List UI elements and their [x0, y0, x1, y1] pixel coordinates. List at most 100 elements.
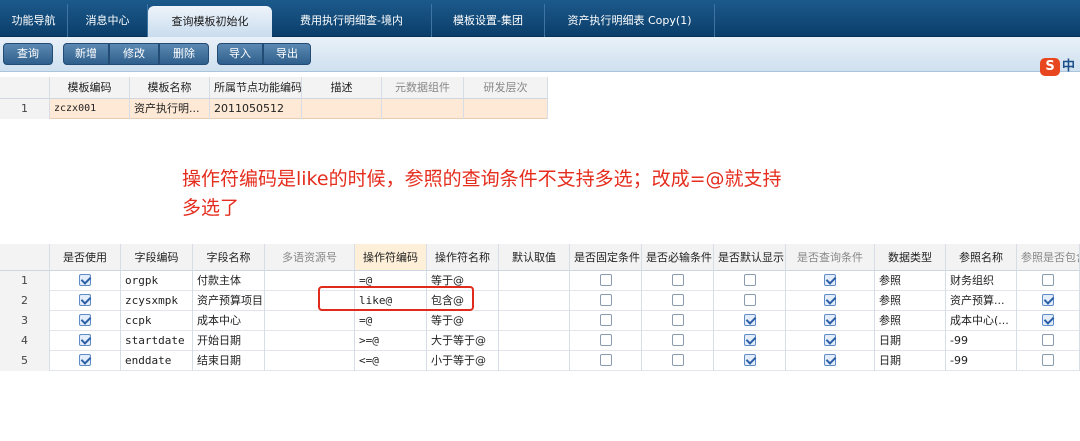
col-metadata-component[interactable]: 元数据组件 — [382, 77, 464, 99]
default-value-cell[interactable] — [499, 271, 570, 291]
col-default-show[interactable]: 是否默认显示 — [714, 244, 786, 271]
ref-include-checkbox[interactable] — [1042, 274, 1054, 286]
default-value-cell[interactable] — [499, 291, 570, 311]
is-required-checkbox[interactable] — [671, 294, 684, 306]
col-ref-include[interactable]: 参照是否包含 — [1017, 244, 1080, 271]
ref-name-cell[interactable]: 财务组织 — [946, 271, 1017, 291]
col-node-code[interactable]: 所属节点功能编码 — [210, 77, 302, 99]
ime-indicator[interactable]: S 中 — [1036, 56, 1080, 78]
default-show-checkbox[interactable] — [743, 274, 756, 286]
field-name-cell[interactable]: 资产预算项目 — [193, 291, 265, 311]
operator-code-cell[interactable]: <=@ — [355, 351, 427, 371]
field-code-cell[interactable]: zcysxmpk — [121, 291, 193, 311]
col-is-query[interactable]: 是否查询条件 — [786, 244, 875, 271]
add-button[interactable]: 新增 — [63, 43, 109, 65]
col-lang-resource[interactable]: 多语资源号 — [265, 244, 355, 271]
is-fixed-checkbox[interactable] — [599, 354, 612, 366]
table-row[interactable]: 1 orgpk 付款主体 =@ 等于@ 参照 财务组织 — [0, 271, 1080, 291]
data-type-cell[interactable]: 日期 — [875, 331, 946, 351]
tab-expense-detail[interactable]: 费用执行明细查-境内 — [272, 4, 432, 37]
table-row[interactable]: 2 zcysxmpk 资产预算项目 like@ 包含@ 参照 资产预算... — [0, 291, 1080, 311]
tab-template-settings[interactable]: 模板设置-集团 — [432, 4, 545, 37]
delete-button[interactable]: 删除 — [159, 43, 209, 65]
col-is-fixed[interactable]: 是否固定条件 — [570, 244, 642, 271]
dev-level-cell[interactable] — [464, 99, 548, 119]
col-template-code[interactable]: 模板编码 — [50, 77, 130, 99]
lang-resource-cell[interactable] — [265, 311, 355, 331]
table-row[interactable]: 5 enddate 结束日期 <=@ 小于等于@ 日期 -99 — [0, 351, 1080, 371]
is-required-checkbox[interactable] — [671, 314, 684, 326]
is-query-checkbox[interactable] — [824, 294, 836, 306]
node-code-cell[interactable]: 2011050512 — [210, 99, 302, 119]
default-show-checkbox[interactable] — [743, 294, 756, 306]
ref-include-checkbox[interactable] — [1042, 354, 1054, 366]
default-value-cell[interactable] — [499, 351, 570, 371]
lang-resource-cell[interactable] — [265, 331, 355, 351]
field-code-cell[interactable]: enddate — [121, 351, 193, 371]
ref-name-cell[interactable]: -99 — [946, 331, 1017, 351]
col-is-required[interactable]: 是否必输条件 — [642, 244, 714, 271]
ref-include-checkbox[interactable] — [1042, 334, 1054, 346]
field-code-cell[interactable]: orgpk — [121, 271, 193, 291]
template-name-cell[interactable]: 资产执行明... — [130, 99, 210, 119]
field-name-cell[interactable]: 付款主体 — [193, 271, 265, 291]
default-show-checkbox[interactable] — [743, 334, 756, 346]
is-used-checkbox[interactable] — [79, 354, 91, 366]
default-show-checkbox[interactable] — [743, 354, 756, 366]
ref-name-cell[interactable]: -99 — [946, 351, 1017, 371]
is-fixed-checkbox[interactable] — [599, 294, 612, 306]
is-fixed-checkbox[interactable] — [599, 274, 612, 286]
col-dev-level[interactable]: 研发层次 — [464, 77, 548, 99]
data-type-cell[interactable]: 参照 — [875, 271, 946, 291]
field-code-cell[interactable]: startdate — [121, 331, 193, 351]
is-query-checkbox[interactable] — [824, 334, 836, 346]
is-used-checkbox[interactable] — [79, 314, 91, 326]
operator-name-cell[interactable]: 小于等于@ — [427, 351, 499, 371]
is-query-checkbox[interactable] — [824, 314, 836, 326]
is-required-checkbox[interactable] — [671, 334, 684, 346]
is-fixed-checkbox[interactable] — [599, 314, 612, 326]
is-query-checkbox[interactable] — [824, 274, 836, 286]
ref-include-checkbox[interactable] — [1042, 294, 1054, 306]
default-value-cell[interactable] — [499, 311, 570, 331]
is-required-checkbox[interactable] — [671, 274, 684, 286]
is-fixed-checkbox[interactable] — [599, 334, 612, 346]
data-type-cell[interactable]: 参照 — [875, 291, 946, 311]
description-cell[interactable] — [302, 99, 382, 119]
field-name-cell[interactable]: 开始日期 — [193, 331, 265, 351]
edit-button[interactable]: 修改 — [109, 43, 159, 65]
default-show-checkbox[interactable] — [743, 314, 756, 326]
col-is-used[interactable]: 是否使用 — [50, 244, 121, 271]
is-used-checkbox[interactable] — [79, 294, 91, 306]
ref-include-checkbox[interactable] — [1042, 314, 1054, 326]
operator-code-cell[interactable]: =@ — [355, 311, 427, 331]
is-query-checkbox[interactable] — [824, 354, 836, 366]
col-template-name[interactable]: 模板名称 — [130, 77, 210, 99]
data-type-cell[interactable]: 日期 — [875, 351, 946, 371]
lang-resource-cell[interactable] — [265, 351, 355, 371]
field-code-cell[interactable]: ccpk — [121, 311, 193, 331]
operator-name-cell[interactable]: 等于@ — [427, 311, 499, 331]
import-button[interactable]: 导入 — [217, 43, 263, 65]
col-description[interactable]: 描述 — [302, 77, 382, 99]
table-row[interactable]: 3 ccpk 成本中心 =@ 等于@ 参照 成本中心(... — [0, 311, 1080, 331]
field-name-cell[interactable]: 成本中心 — [193, 311, 265, 331]
is-required-checkbox[interactable] — [671, 354, 684, 366]
ref-name-cell[interactable]: 成本中心(... — [946, 311, 1017, 331]
col-data-type[interactable]: 数据类型 — [875, 244, 946, 271]
metadata-cell[interactable] — [382, 99, 464, 119]
query-button[interactable]: 查询 — [3, 43, 53, 65]
tab-message-center[interactable]: 消息中心 — [68, 4, 148, 37]
tab-function-nav[interactable]: 功能导航 — [0, 4, 68, 37]
is-used-checkbox[interactable] — [79, 274, 91, 286]
col-operator-code[interactable]: 操作符编码 — [355, 244, 427, 271]
export-button[interactable]: 导出 — [263, 43, 311, 65]
ref-name-cell[interactable]: 资产预算... — [946, 291, 1017, 311]
table-row[interactable]: 1 zczx001 资产执行明... 2011050512 — [0, 99, 548, 119]
data-type-cell[interactable]: 参照 — [875, 311, 946, 331]
col-default-value[interactable]: 默认取值 — [499, 244, 570, 271]
is-used-checkbox[interactable] — [79, 334, 91, 346]
field-name-cell[interactable]: 结束日期 — [193, 351, 265, 371]
col-ref-name[interactable]: 参照名称 — [946, 244, 1017, 271]
tab-asset-detail-copy[interactable]: 资产执行明细表 Copy(1) — [545, 4, 715, 37]
